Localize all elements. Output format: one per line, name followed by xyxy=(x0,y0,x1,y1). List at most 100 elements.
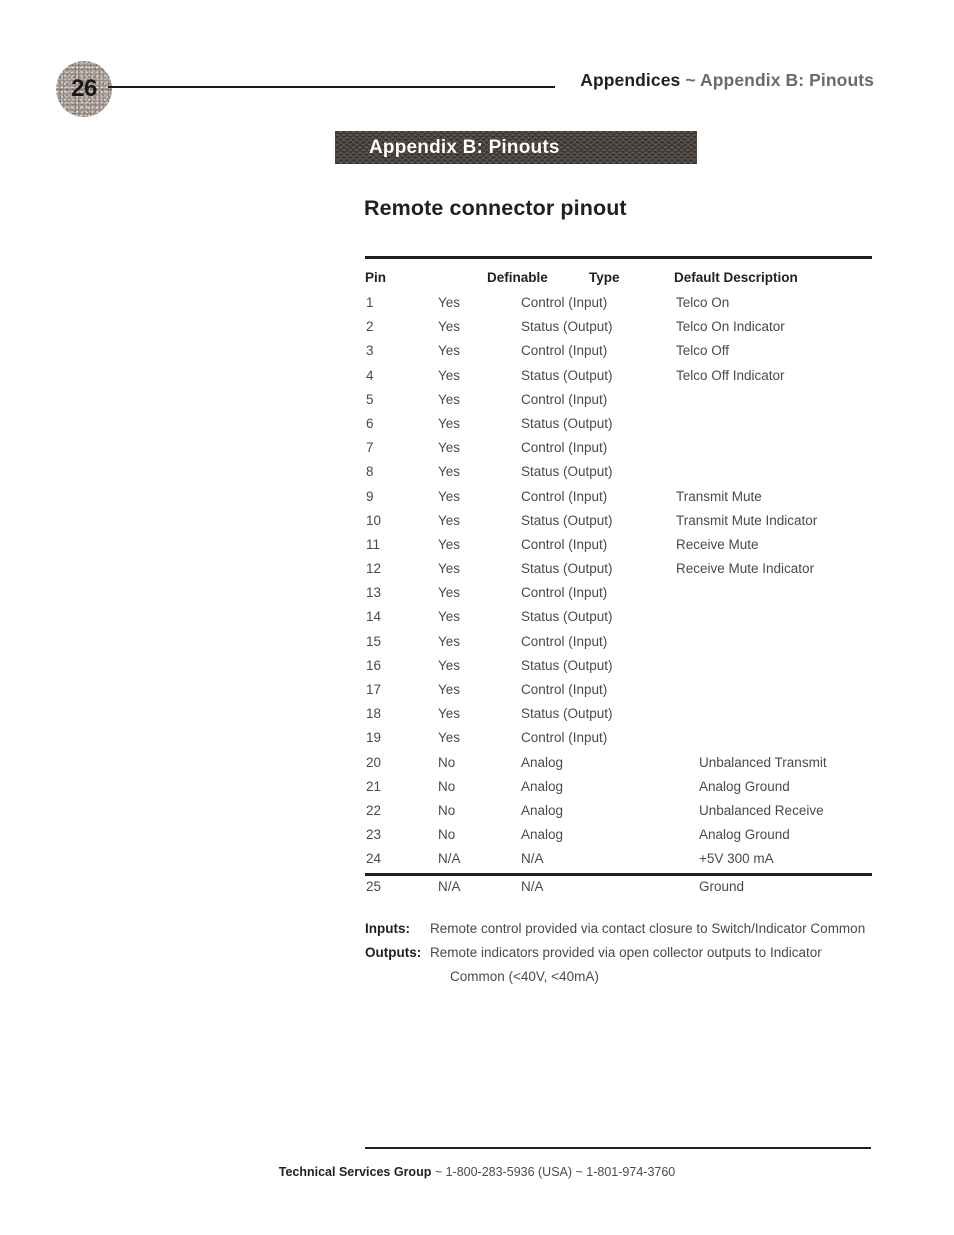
appendix-banner-title: Appendix B: Pinouts xyxy=(369,136,560,158)
cell-pin: 17 xyxy=(366,682,382,697)
cell-type: Control (Input) xyxy=(521,391,608,407)
note-outputs-continued: Common (<40V, <40mA) xyxy=(365,969,885,993)
cell-definable: Yes xyxy=(438,657,461,673)
cell-definable: No xyxy=(438,754,456,770)
cell-definable: No xyxy=(438,778,456,794)
cell-definable: Yes xyxy=(438,512,461,528)
cell-definable: Yes xyxy=(438,536,461,552)
cell-pin: 12 xyxy=(366,561,382,577)
table-row: 7 Yes Control (Input) xyxy=(365,437,872,461)
cell-description: Telco Off Indicator xyxy=(676,367,785,383)
cell-description: Ground xyxy=(699,878,745,894)
column-header-pin: Pin xyxy=(365,270,387,285)
cell-pin: 23 xyxy=(366,827,382,843)
cell-type: Status (Output) xyxy=(521,319,613,335)
cell-definable: Yes xyxy=(438,585,461,601)
cell-definable: Yes xyxy=(438,367,461,383)
note-outputs-text: Remote indicators provided via open coll… xyxy=(430,945,822,960)
cell-pin: 11 xyxy=(366,536,381,552)
table-row: 6 Yes Status (Output) xyxy=(365,413,872,437)
table-row: 15 Yes Control (Input) xyxy=(365,631,872,655)
cell-type: Status (Output) xyxy=(521,609,613,625)
cell-pin: 5 xyxy=(366,391,374,407)
cell-definable: Yes xyxy=(438,391,461,407)
table-row: 3 Yes Control (Input) Telco Off xyxy=(365,340,872,364)
running-head-separator: ~ xyxy=(680,70,701,90)
cell-definable: Yes xyxy=(438,561,461,577)
cell-definable: Yes xyxy=(438,464,461,480)
table-row: 18 Yes Status (Output) xyxy=(365,703,872,727)
cell-description: Unbalanced Receive xyxy=(699,802,824,818)
cell-definable: Yes xyxy=(438,440,461,456)
cell-definable: Yes xyxy=(438,706,461,722)
cell-type: Status (Output) xyxy=(521,367,613,383)
cell-pin: 9 xyxy=(366,488,374,504)
cell-pin: 7 xyxy=(366,440,374,456)
note-outputs-label: Outputs: xyxy=(365,945,422,960)
cell-type: N/A xyxy=(521,878,544,894)
table-row: 11 Yes Control (Input) Receive Mute xyxy=(365,534,872,558)
note-inputs-label: Inputs: xyxy=(365,921,410,936)
table-row: 10 Yes Status (Output) Transmit Mute Indica… xyxy=(365,510,872,534)
cell-type: Status (Output) xyxy=(521,415,613,431)
table-row: 19 Yes Control (Input) xyxy=(365,727,872,751)
cell-type: Control (Input) xyxy=(521,633,608,649)
table-row: 24 N/A N/A +5V 300 mA xyxy=(365,848,872,872)
cell-description: Receive Mute xyxy=(676,536,759,552)
table-row: 4 Yes Status (Output) Telco Off Indicator xyxy=(365,365,872,389)
table-row: 17 Yes Control (Input) xyxy=(365,679,872,703)
table-row: 9 Yes Control (Input) Transmit Mute xyxy=(365,486,872,510)
cell-pin: 15 xyxy=(366,633,382,649)
pinout-table: Pin Definable Type Default Description 1… xyxy=(365,256,872,900)
cell-pin: 2 xyxy=(366,319,374,335)
note-inputs-text: Remote control provided via contact clos… xyxy=(430,921,866,936)
table-row: 5 Yes Control (Input) xyxy=(365,389,872,413)
cell-definable: Yes xyxy=(438,609,461,625)
table-row: 20 No Analog Unbalanced Transmit xyxy=(365,752,872,776)
cell-type: Analog xyxy=(521,754,564,770)
notes-block: Inputs: Remote control provided via cont… xyxy=(365,921,885,993)
cell-pin: 8 xyxy=(366,464,374,480)
table-row: 14 Yes Status (Output) xyxy=(365,606,872,630)
cell-pin: 1 xyxy=(366,295,374,310)
cell-description: Analog Ground xyxy=(699,778,790,794)
column-header-description: Default Description xyxy=(674,270,798,285)
cell-description: Transmit Mute xyxy=(676,488,762,504)
cell-definable: Yes xyxy=(438,488,461,504)
header-rule xyxy=(108,86,555,88)
cell-description: +5V 300 mA xyxy=(699,851,774,867)
cell-pin: 18 xyxy=(366,706,382,722)
cell-pin: 21 xyxy=(366,778,382,794)
cell-pin: 14 xyxy=(366,609,382,625)
cell-pin: 13 xyxy=(366,585,382,601)
table-body: 1 Yes Control (Input) Telco On 2 Yes Status (O… xyxy=(365,292,872,900)
cell-definable: No xyxy=(438,827,456,843)
cell-definable: Yes xyxy=(438,295,461,310)
cell-type: Status (Output) xyxy=(521,512,613,528)
cell-type: Control (Input) xyxy=(521,682,608,697)
cell-description: Telco Off xyxy=(676,343,730,359)
cell-pin: 6 xyxy=(366,415,374,431)
cell-pin: 25 xyxy=(366,878,382,894)
table-row: 1 Yes Control (Input) Telco On xyxy=(365,292,872,316)
note-inputs: Inputs: Remote control provided via cont… xyxy=(365,921,885,945)
cell-definable: Yes xyxy=(438,633,461,649)
footer-contact: ~ 1-800-283-5936 (USA) ~ 1-801-974-3760 xyxy=(431,1165,676,1179)
section-title: Remote connector pinout xyxy=(364,196,627,220)
page-number: 26 xyxy=(71,75,97,102)
table-row: 8 Yes Status (Output) xyxy=(365,461,872,485)
cell-pin: 19 xyxy=(366,730,382,746)
cell-definable: Yes xyxy=(438,682,461,697)
cell-description: Receive Mute Indicator xyxy=(676,561,815,577)
table-header-row: Pin Definable Type Default Description xyxy=(365,259,872,292)
cell-type: Analog xyxy=(521,778,564,794)
page-footer: Technical Services Group ~ 1-800-283-593… xyxy=(0,1165,954,1179)
cell-description: Unbalanced Transmit xyxy=(699,754,827,770)
cell-description: Analog Ground xyxy=(699,827,790,843)
cell-type: Status (Output) xyxy=(521,561,613,577)
footer-org: Technical Services Group xyxy=(278,1165,432,1179)
cell-definable: N/A xyxy=(438,878,461,894)
cell-definable: N/A xyxy=(438,851,461,867)
cell-pin: 4 xyxy=(366,367,374,383)
cell-type: Control (Input) xyxy=(521,295,608,310)
